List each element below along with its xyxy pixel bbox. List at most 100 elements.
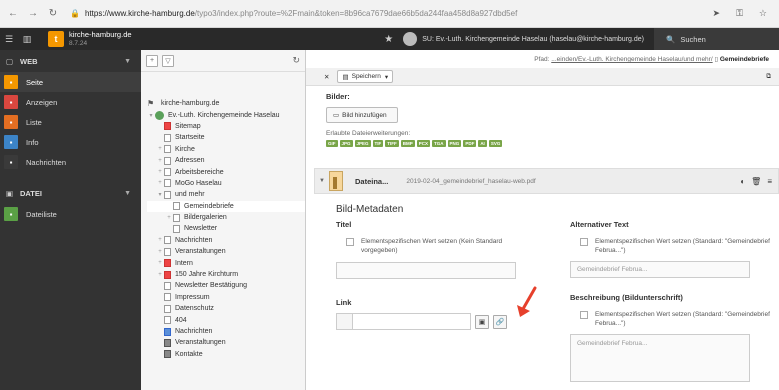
close-icon[interactable]: ✕ (320, 70, 333, 83)
title-override-checkbox[interactable] (346, 238, 354, 246)
typo3-logo-icon[interactable]: t (48, 31, 64, 47)
tree-node-label: Kontakte (175, 350, 203, 358)
tree-node[interactable]: Kontakte (147, 349, 305, 360)
expand-icon[interactable]: + (156, 169, 164, 175)
tree-node[interactable]: + Adressen (147, 155, 305, 166)
tree-node[interactable]: + Nachrichten (147, 235, 305, 246)
page-icon (164, 281, 171, 290)
extension-badge: TIFF (385, 140, 399, 147)
page-icon (164, 316, 171, 325)
module-item-liste[interactable]: ▪ Liste (0, 112, 141, 132)
tree-node[interactable]: + Bildergalerien (147, 212, 305, 223)
avatar[interactable] (403, 32, 418, 46)
reload-icon[interactable]: ↻ (46, 7, 60, 21)
tree-node[interactable]: Gemeindebriefe (147, 200, 305, 212)
tree-node[interactable]: Startseite (147, 132, 305, 143)
file-reference-header[interactable]: ▼ Dateina... 2019-02-04_gemeindebrief_ha… (314, 168, 779, 194)
search-toggle[interactable]: 🔍 Suchen (654, 28, 779, 50)
forward-icon[interactable]: → (26, 7, 40, 21)
toggle-visibility-icon[interactable]: ◐ (740, 177, 745, 186)
link-input[interactable] (336, 313, 471, 330)
open-new-window-icon[interactable]: ⧉ (762, 70, 775, 83)
collapse-icon[interactable]: ▾ (156, 191, 164, 198)
key-icon[interactable]: ⚿ (736, 8, 743, 19)
delete-icon[interactable]: 🗑 (751, 177, 761, 186)
save-label: Speichern (351, 73, 381, 80)
description-textarea[interactable]: Gemeindebrief Februa... (570, 334, 750, 382)
alt-text-label: Alternativer Text (570, 220, 629, 229)
module-item-info[interactable]: ▪ Info (0, 132, 141, 152)
tree-node-label: Datenschutz (175, 305, 214, 313)
tree-node[interactable]: Impressum (147, 292, 305, 303)
bookmark-star-icon[interactable]: ☆ (759, 8, 767, 19)
tree-node[interactable]: + Kirche (147, 144, 305, 155)
tree-node[interactable]: Veranstaltungen (147, 337, 305, 348)
link-browser-icon[interactable]: ▣ (475, 314, 489, 329)
expand-icon[interactable]: + (156, 146, 164, 152)
tree-node[interactable]: Newsletter Bestätigung (147, 280, 305, 291)
menu-toggle-icon[interactable]: ☰ (0, 28, 18, 50)
tree-node-parish[interactable]: ▾ Ev.-Luth. Kirchengemeinde Haselau (147, 109, 305, 120)
module-item-nachrichten[interactable]: ▪ Nachrichten (0, 152, 141, 172)
alt-text-input[interactable]: Gemeindebrief Februa... (570, 261, 750, 278)
module-item-seite[interactable]: ▪ Seite (0, 72, 141, 92)
module-item-dateiliste[interactable]: ▪ Dateiliste (0, 204, 141, 224)
extension-badges: GIF JPG JPEG TIF TIFF BMP PCX TGA PNG PDF AI SVG (326, 140, 779, 147)
images-label: Bilder: (326, 92, 350, 101)
file-name: 2019-02-04_gemeindebrief_haselau-web.pdf (406, 177, 536, 185)
tree-root[interactable]: ⚑ kirche-hamburg.de (147, 98, 305, 109)
add-image-label: Bild hinzufügen (342, 111, 387, 119)
description-override-checkbox[interactable] (580, 311, 588, 319)
tree-node[interactable]: + Arbeitsbereiche (147, 166, 305, 177)
tree-node[interactable]: ▾ und mehr (147, 189, 305, 200)
tree-toolbar: + ▽ ↻ (141, 50, 305, 72)
module-group-file[interactable]: ▣ DATEI ▼ (0, 182, 141, 204)
chevron-down-icon[interactable]: ▼ (315, 178, 329, 184)
expand-icon[interactable]: + (156, 237, 164, 243)
tree-node[interactable]: 404 (147, 314, 305, 325)
expand-icon[interactable]: + (156, 180, 164, 186)
add-image-button[interactable]: ▭ Bild hinzufügen (326, 107, 398, 123)
breadcrumb: Pfad: ...einden/Ev.-Luth. Kirchengemeind… (534, 55, 769, 63)
expand-icon[interactable]: + (156, 272, 164, 278)
tree-node-label: Adressen (175, 157, 205, 165)
expand-icon[interactable]: + (156, 249, 164, 255)
drag-handle-icon[interactable]: ≡ (767, 177, 772, 186)
tree-node[interactable]: Nachrichten (147, 326, 305, 337)
tree-node[interactable]: Sitemap (147, 121, 305, 132)
metadata-right-column: Alternativer Text Elementspezifischen We… (570, 220, 779, 382)
tree-node[interactable]: + MoGo Haselau (147, 178, 305, 189)
path-current: Gemeindebriefe (719, 56, 769, 63)
new-page-icon[interactable]: + (146, 54, 158, 67)
extension-badge: AI (478, 140, 487, 147)
expand-icon[interactable]: + (165, 215, 173, 221)
link-label: Link (336, 298, 352, 307)
tree-node[interactable]: Datenschutz (147, 303, 305, 314)
tree-node[interactable]: Newsletter (147, 223, 305, 234)
module-group-label: WEB (20, 56, 38, 66)
address-bar[interactable]: 🔒 https://www.kirche-hamburg.de/typo3/in… (70, 5, 650, 23)
path-value[interactable]: ...einden/Ev.-Luth. Kirchengemeinde Hase… (551, 56, 712, 63)
page-icon (164, 247, 171, 256)
tree-node[interactable]: +150 Jahre Kirchturm (147, 269, 305, 280)
filter-icon[interactable]: ▽ (162, 54, 174, 67)
alt-override-checkbox[interactable] (580, 238, 588, 246)
site-root-icon: ⚑ (147, 99, 155, 109)
back-icon[interactable]: ← (6, 7, 20, 21)
expand-icon[interactable]: + (156, 260, 164, 266)
expand-icon[interactable]: + (156, 158, 164, 164)
module-group-web[interactable]: ▢ WEB ▼ (0, 50, 141, 72)
bookmarks-star-icon[interactable]: ★ (384, 34, 393, 45)
link-icon[interactable]: 🔗 (493, 314, 507, 329)
save-button[interactable]: ▤ Speichern ▾ (337, 70, 394, 83)
refresh-icon[interactable]: ↻ (292, 55, 300, 66)
collapse-icon[interactable]: ▾ (147, 112, 155, 119)
metadata-title: Bild-Metadaten (336, 204, 404, 215)
tree-node[interactable]: + Intern (147, 257, 305, 268)
module-item-anzeigen[interactable]: ▪ Anzeigen (0, 92, 141, 112)
sidebar-toggle-icon[interactable]: ▥ (18, 28, 36, 50)
title-input[interactable] (336, 262, 516, 279)
tree-node-label: Intern (175, 259, 193, 267)
tree-node[interactable]: + Veranstaltungen (147, 246, 305, 257)
user-switch-label[interactable]: SU: Ev.-Luth. Kirchengemeinde Haselau (h… (422, 36, 644, 43)
